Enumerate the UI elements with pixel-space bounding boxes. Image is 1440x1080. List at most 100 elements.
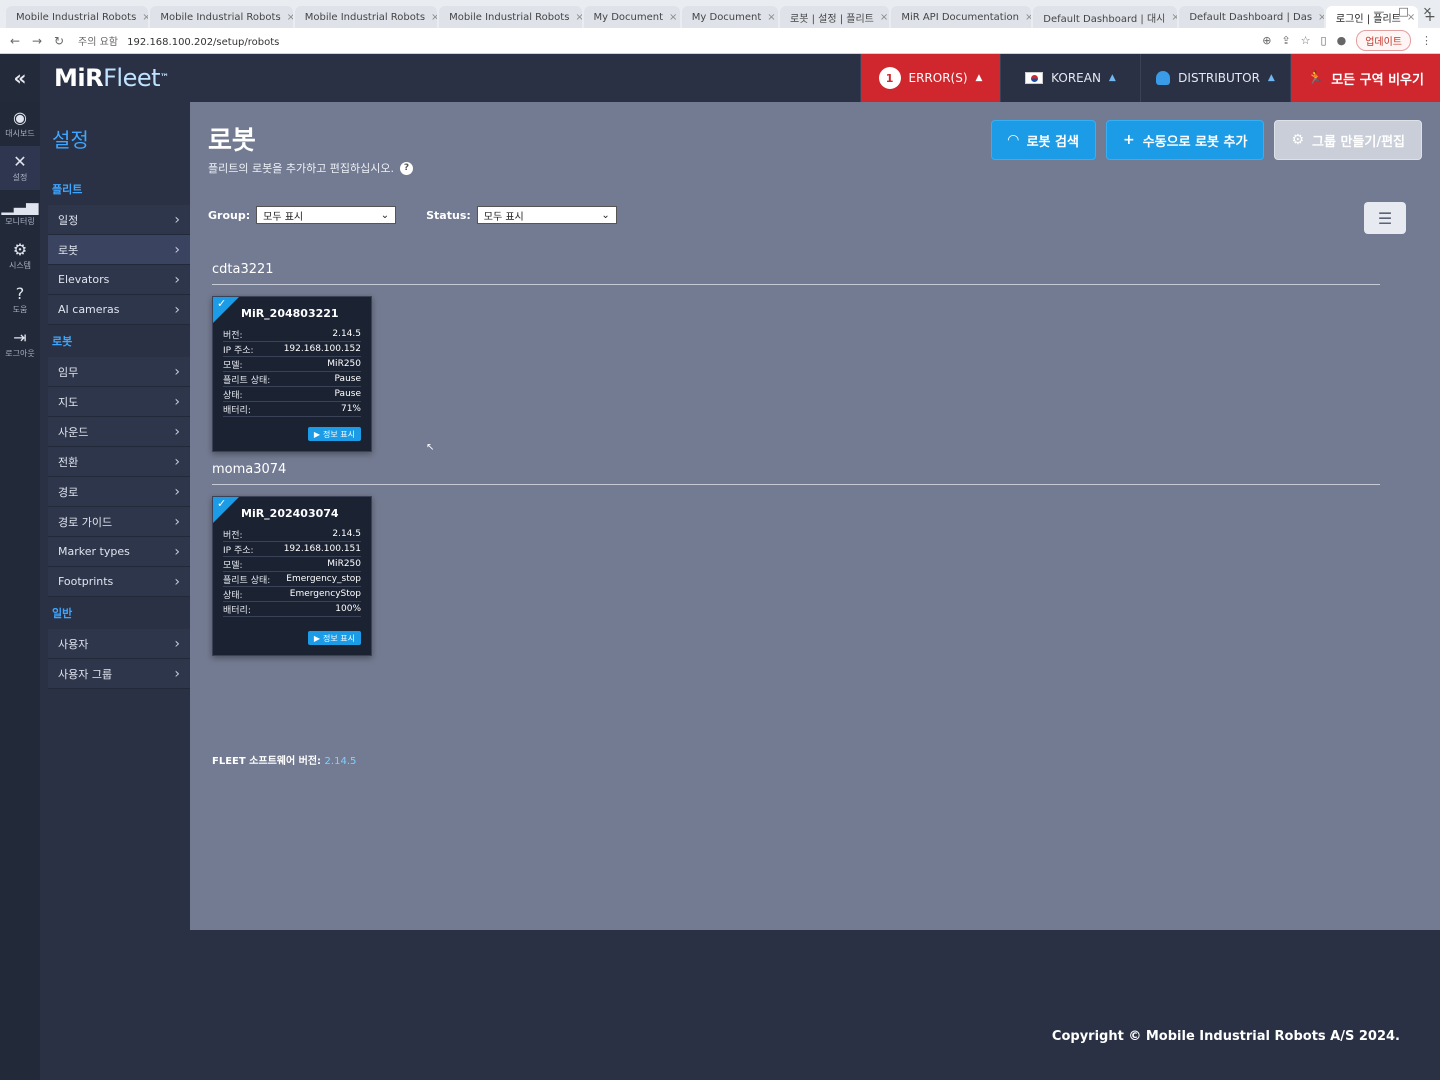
nav-system[interactable]: ⚙ 시스템 bbox=[0, 234, 40, 278]
browser-toolbar-icons: ⊕ ⇪ ☆ ▯ ● 업데이트 ⋮ bbox=[1262, 30, 1432, 51]
wrench-icon: ✕ bbox=[13, 151, 27, 171]
close-tab-icon[interactable]: × bbox=[1318, 12, 1324, 23]
chevron-down-icon: ⌄ bbox=[601, 209, 610, 221]
close-tab-icon[interactable]: × bbox=[880, 12, 888, 23]
nav-monitoring[interactable]: ▁▃▅ 모니터링 bbox=[0, 190, 40, 234]
sidebar-item-missions[interactable]: 임무 › bbox=[48, 357, 190, 387]
sidepanel-icon[interactable]: ▯ bbox=[1321, 34, 1327, 47]
nav-label: 로그아웃 bbox=[5, 348, 35, 358]
close-tab-icon[interactable]: × bbox=[287, 12, 293, 23]
close-tab-icon[interactable]: × bbox=[767, 12, 775, 23]
close-tab-icon[interactable]: × bbox=[1025, 12, 1031, 23]
forward-icon[interactable]: → bbox=[30, 34, 44, 48]
info-value: 100% bbox=[335, 604, 361, 614]
browser-tab[interactable]: Mobile Industrial Robots × bbox=[439, 6, 582, 28]
add-robot-manually-button[interactable]: + 수동으로 로봇 추가 bbox=[1105, 120, 1265, 160]
show-info-button[interactable]: ▶ 정보 표시 bbox=[307, 427, 361, 441]
sidebar-item-robots[interactable]: 로봇 › bbox=[48, 235, 190, 265]
close-tab-icon[interactable]: × bbox=[431, 12, 437, 23]
nav-help[interactable]: ? 도움 bbox=[0, 278, 40, 322]
sidebar-title: 설정 bbox=[52, 128, 89, 152]
info-key: IP 주소: bbox=[223, 545, 254, 556]
share-icon[interactable]: ⇪ bbox=[1281, 34, 1290, 47]
footer: Copyright © Mobile Industrial Robots A/S… bbox=[190, 930, 1440, 1080]
chevron-right-icon: › bbox=[174, 453, 180, 470]
reload-icon[interactable]: ↻ bbox=[52, 34, 66, 48]
sidebar-item-label: Marker types bbox=[58, 545, 130, 558]
browser-tab[interactable]: 로봇 | 설정 | 플리트 × bbox=[780, 6, 890, 28]
browser-tab[interactable]: MiR API Documentation × bbox=[891, 6, 1032, 28]
sidebar-item-schedule[interactable]: 일정 › bbox=[48, 205, 190, 235]
selected-check-icon: ✓ bbox=[213, 497, 239, 523]
user-menu[interactable]: DISTRIBUTOR ▲ bbox=[1140, 54, 1290, 102]
maximize-icon[interactable]: □ bbox=[1398, 5, 1408, 18]
browser-tab[interactable]: Mobile Industrial Robots × bbox=[294, 6, 438, 28]
close-tab-icon[interactable]: × bbox=[575, 12, 581, 23]
nav-label: 설정 bbox=[12, 172, 28, 182]
robot-info-row: 배터리: 100% bbox=[223, 602, 361, 617]
sidebar-item-maps[interactable]: 지도 › bbox=[48, 387, 190, 417]
browser-tab[interactable]: My Document × bbox=[681, 6, 779, 28]
info-value: 71% bbox=[340, 404, 361, 414]
list-view-toggle[interactable]: ☰ bbox=[1364, 202, 1406, 234]
browser-tab[interactable]: Mobile Industrial Robots × bbox=[6, 6, 149, 28]
close-tab-icon[interactable]: × bbox=[1171, 12, 1177, 23]
browser-menu-icon[interactable]: ⋮ bbox=[1421, 34, 1432, 47]
sidebar-item-label: AI cameras bbox=[58, 303, 120, 316]
info-key: 버전: bbox=[223, 530, 243, 541]
sidebar-item-transitions[interactable]: 전환 › bbox=[48, 447, 190, 477]
sidebar-item-elevators[interactable]: Elevators › bbox=[48, 265, 190, 295]
clear-all-zones-button[interactable]: 🏃 모든 구역 비우기 bbox=[1290, 54, 1440, 102]
close-window-icon[interactable]: ✕ bbox=[1423, 5, 1432, 18]
show-info-button[interactable]: ▶ 정보 표시 bbox=[307, 631, 361, 645]
close-tab-icon[interactable]: × bbox=[669, 12, 677, 23]
nav-logout[interactable]: ⇥ 로그아웃 bbox=[0, 322, 40, 366]
korea-flag-icon bbox=[1025, 72, 1044, 84]
bookmark-star-icon[interactable]: ☆ bbox=[1301, 34, 1311, 47]
group-select[interactable]: 모두 표시 ⌄ bbox=[256, 206, 397, 224]
info-key: 플리트 상태: bbox=[223, 575, 271, 586]
robot-info-row: 버전: 2.14.5 bbox=[223, 327, 361, 342]
create-edit-group-button[interactable]: ⚙ 그룹 만들기/편집 bbox=[1274, 120, 1422, 160]
language-selector[interactable]: KOREAN ▲ bbox=[1000, 54, 1140, 102]
robot-card[interactable]: ✓ MiR_202403074 버전: 2.14.5 IP 주소: 192.168.… bbox=[212, 496, 372, 656]
close-tab-icon[interactable]: × bbox=[142, 12, 148, 23]
profile-icon[interactable]: ● bbox=[1337, 34, 1347, 47]
sidebar-section-general: 일반 bbox=[52, 607, 73, 620]
zoom-icon[interactable]: ⊕ bbox=[1262, 34, 1271, 47]
status-select[interactable]: 모두 표시 ⌄ bbox=[476, 206, 617, 224]
url-text: 192.168.100.202/setup/robots bbox=[127, 37, 280, 48]
security-indicator[interactable]: 주의 요함 bbox=[78, 37, 118, 48]
settings-sidebar: 설정 플리트 일정 › 로봇 › Elevators › AI cameras › 로봇… bbox=[40, 102, 190, 1080]
browser-tab[interactable]: Default Dashboard | Das × bbox=[1179, 6, 1324, 28]
browser-tab[interactable]: My Document × bbox=[583, 6, 680, 28]
sidebar-item-users[interactable]: 사용자 › bbox=[48, 629, 190, 659]
minimize-icon[interactable]: — bbox=[1373, 5, 1384, 18]
info-value: MiR250 bbox=[327, 359, 361, 369]
back-icon[interactable]: ← bbox=[8, 34, 22, 48]
fleet-version-label: FLEET 소프트웨어 버전: bbox=[212, 756, 322, 767]
robot-card[interactable]: ✓ MiR_204803221 버전: 2.14.5 IP 주소: 192.168.… bbox=[212, 296, 372, 452]
scan-robots-button[interactable]: ◠ 로봇 검색 bbox=[990, 120, 1096, 160]
sidebar-item-marker-types[interactable]: Marker types › bbox=[48, 537, 190, 567]
info-key: 모델: bbox=[223, 560, 243, 571]
sidebar-item-path-guides[interactable]: 경로 가이드 › bbox=[48, 507, 190, 537]
info-value: 192.168.100.152 bbox=[283, 344, 361, 354]
browser-update-button[interactable]: 업데이트 bbox=[1356, 30, 1411, 51]
sidebar-item-ai-cameras[interactable]: AI cameras › bbox=[48, 295, 190, 325]
url-field[interactable]: 주의 요함 192.168.100.202/setup/robots bbox=[74, 33, 1254, 48]
sidebar-item-user-groups[interactable]: 사용자 그룹 › bbox=[48, 659, 190, 689]
info-value: Emergency_stop bbox=[286, 574, 361, 584]
collapse-menu-icon[interactable]: « bbox=[0, 54, 40, 102]
nav-setup[interactable]: ✕ 설정 bbox=[0, 146, 40, 190]
browser-tab[interactable]: Mobile Industrial Robots × bbox=[150, 6, 293, 28]
errors-button[interactable]: 1 ERROR(S) ▲ bbox=[860, 54, 1000, 102]
nav-dashboard[interactable]: ◉ 대시보드 bbox=[0, 102, 40, 146]
sidebar-item-paths[interactable]: 경로 › bbox=[48, 477, 190, 507]
sidebar-item-sounds[interactable]: 사운드 › bbox=[48, 417, 190, 447]
browser-tab[interactable]: Default Dashboard | 대시 × bbox=[1033, 6, 1178, 28]
sidebar-item-footprints[interactable]: Footprints › bbox=[48, 567, 190, 597]
help-icon[interactable]: ? bbox=[400, 161, 414, 175]
page-subtitle-text: 플리트의 로봇을 추가하고 편집하십시오. bbox=[208, 162, 395, 175]
button-label: 정보 표시 bbox=[323, 429, 355, 439]
